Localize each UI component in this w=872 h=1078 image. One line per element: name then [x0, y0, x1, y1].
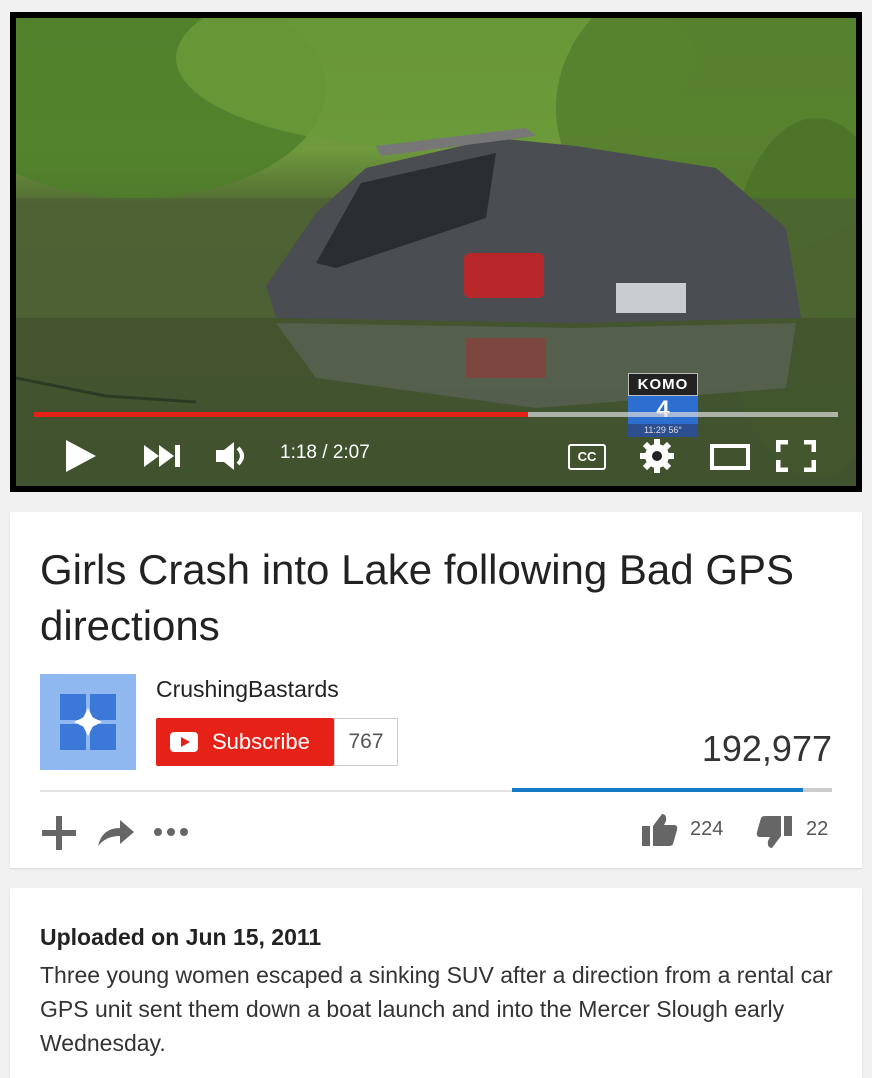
- station-name: KOMO: [628, 373, 698, 396]
- description-text: Three young women escaped a sinking SUV …: [40, 962, 833, 1056]
- view-count: 192,977: [701, 728, 832, 769]
- thumbs-up-icon[interactable]: [642, 812, 678, 848]
- play-icon[interactable]: [66, 440, 96, 472]
- fullscreen-icon[interactable]: [776, 440, 816, 472]
- youtube-play-icon: [170, 732, 198, 752]
- watermark-overlay-text: 11:29 56°: [628, 424, 698, 437]
- share-icon[interactable]: [96, 816, 136, 848]
- subscriber-count: 767: [334, 718, 398, 766]
- like-count: 224: [690, 818, 724, 840]
- dislike-count: 22: [806, 818, 829, 840]
- add-to-icon[interactable]: [40, 814, 78, 852]
- channel-avatar-logo: [60, 694, 116, 750]
- station-channel-number: 4: [628, 396, 698, 424]
- video-title: Girls Crash into Lake following Bad GPS …: [40, 546, 795, 649]
- subscribe-button[interactable]: Subscribe: [156, 718, 334, 766]
- settings-gear-icon[interactable]: [640, 439, 674, 473]
- channel-name[interactable]: CrushingBastards: [156, 676, 339, 703]
- video-info-card: Girls Crash into Lake following Bad GPS …: [10, 512, 862, 868]
- more-actions-icon[interactable]: [152, 826, 192, 838]
- theater-mode-icon[interactable]: [710, 444, 750, 470]
- time-display: 1:18 / 2:07: [280, 442, 370, 463]
- description-card: Uploaded on Jun 15, 2011 Three young wom…: [10, 888, 862, 1078]
- progress-played: [34, 412, 528, 417]
- station-watermark: KOMO 4 11:29 56°: [628, 373, 698, 437]
- like-ratio-fill: [512, 788, 804, 792]
- like-dislike-bar: [512, 788, 832, 792]
- upload-date: Uploaded on Jun 15, 2011: [40, 924, 322, 950]
- subscribe-label: Subscribe: [212, 729, 310, 754]
- thumbs-down-icon[interactable]: [756, 814, 792, 850]
- progress-bar[interactable]: [34, 412, 838, 417]
- next-icon[interactable]: [144, 445, 182, 467]
- cc-icon[interactable]: CC: [568, 444, 606, 470]
- volume-icon[interactable]: [216, 440, 252, 472]
- video-player[interactable]: KOMO 4 11:29 56° 1:18 / 2:07 CC: [10, 12, 862, 492]
- channel-avatar[interactable]: [40, 674, 136, 770]
